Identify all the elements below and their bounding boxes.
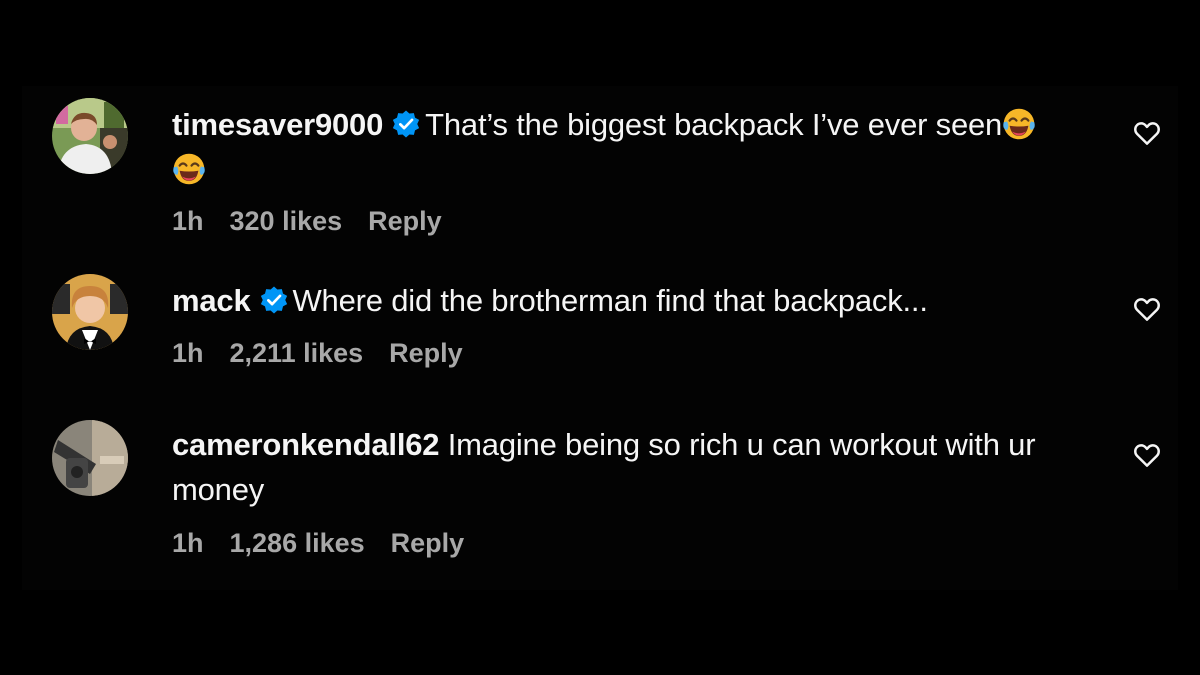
username[interactable]: timesaver9000 — [172, 107, 383, 142]
reply-button[interactable]: Reply — [389, 338, 463, 368]
comment-time: 1h — [172, 206, 204, 236]
avatar[interactable] — [52, 98, 128, 174]
username[interactable]: cameronkendall62 — [172, 427, 440, 462]
avatar[interactable] — [52, 420, 128, 496]
avatar[interactable] — [52, 274, 128, 350]
comment-time: 1h — [172, 528, 204, 558]
verified-badge-icon — [393, 110, 420, 138]
reply-button[interactable]: Reply — [368, 206, 442, 236]
face-with-tears-of-joy-icon — [1003, 108, 1035, 140]
likes-count[interactable]: 2,211 likes — [230, 338, 364, 368]
likes-count[interactable]: 320 likes — [230, 206, 343, 236]
comment-text: Where did the brotherman find that backp… — [292, 283, 928, 318]
comment-text: That’s the biggest backpack I’ve ever se… — [425, 107, 1003, 142]
likes-count[interactable]: 1,286 likes — [230, 528, 365, 558]
heart-outline-icon[interactable] — [1132, 294, 1162, 324]
username[interactable]: mack — [172, 283, 251, 318]
comment-time: 1h — [172, 338, 204, 368]
reply-button[interactable]: Reply — [391, 528, 465, 558]
comments-panel: timesaver9000 That’s the biggest backpack… — [22, 86, 1178, 590]
heart-outline-icon[interactable] — [1132, 440, 1162, 470]
face-with-tears-of-joy-icon — [173, 153, 205, 185]
heart-outline-icon[interactable] — [1132, 118, 1162, 148]
verified-badge-icon — [260, 286, 287, 314]
